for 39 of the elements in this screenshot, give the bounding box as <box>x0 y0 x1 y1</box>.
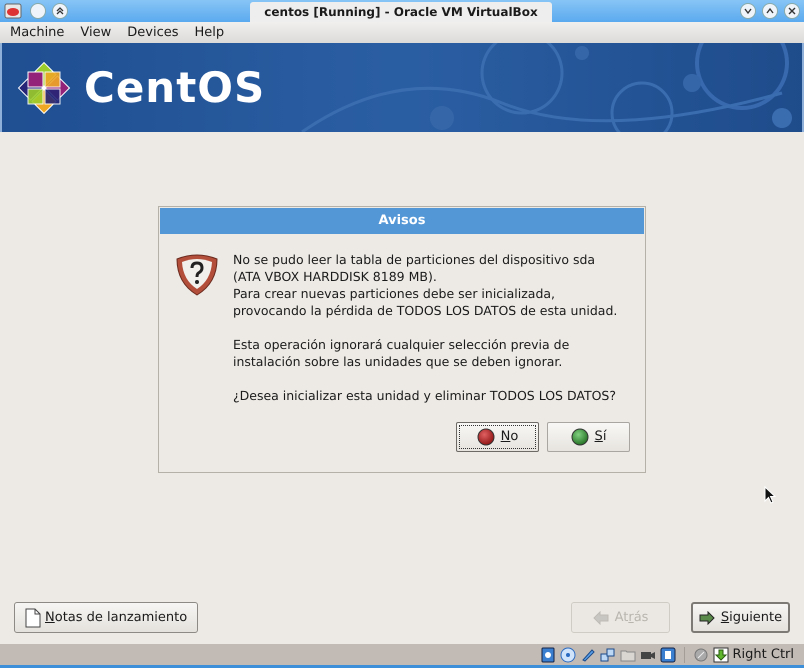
close-icon <box>788 7 796 15</box>
message-line: (ATA VBOX HARDDISK 8189 MB). <box>233 268 438 285</box>
double-chevron-up-icon <box>56 7 64 15</box>
yes-button[interactable]: Sí <box>547 422 630 452</box>
chevron-up-icon <box>766 7 774 15</box>
ball-icon <box>476 428 495 446</box>
ball-icon <box>570 428 589 446</box>
mouse-cursor-icon <box>764 486 776 504</box>
app-icon <box>4 2 22 20</box>
next-button[interactable]: Siguiente <box>691 602 790 633</box>
menu-item[interactable]: Machine <box>2 22 72 42</box>
left-arrow-icon <box>592 610 609 624</box>
menu-item[interactable]: Help <box>186 22 232 42</box>
no-button[interactable]: No <box>456 422 539 452</box>
logo-text: CentOS <box>84 62 266 114</box>
document-icon <box>25 608 41 628</box>
chevron-down-icon <box>744 7 752 15</box>
message-line: Esta operación ignorará cualquier selección previa de <box>233 336 570 353</box>
maximize-button[interactable] <box>762 3 778 19</box>
optical-disc-icon[interactable] <box>560 646 576 662</box>
menu-item[interactable]: Devices <box>119 22 187 42</box>
message-line: provocando la pérdida de TODOS LOS DATOS de esta unidad. <box>233 302 618 319</box>
message-line: No se pudo leer la tabla de particiones del dispositivo sda <box>233 251 596 268</box>
window-title: centos [Running] - Oracle VM VirtualBox <box>250 2 552 22</box>
host-key-label: Right Ctrl <box>732 646 794 664</box>
down-arrow-icon[interactable] <box>712 646 728 662</box>
message-line: instalación sobre las unidades que se deben ignorar. <box>233 353 564 370</box>
message-line: ¿Desea inicializar esta unidad y eliminar TODOS LOS DATOS? <box>233 387 617 404</box>
message-line: Para crear nuevas particiones debe ser inicializada, <box>233 285 556 302</box>
dialog-title: Avisos <box>160 208 644 234</box>
minimize-button[interactable] <box>740 3 756 19</box>
close-button[interactable] <box>784 3 800 19</box>
usb-icon[interactable] <box>580 646 596 662</box>
right-arrow-icon <box>698 610 715 624</box>
menu-item[interactable]: View <box>72 22 120 42</box>
release-notes-button[interactable]: Notas de lanzamiento <box>14 602 198 633</box>
network-icon[interactable] <box>600 646 616 662</box>
keep-above-button[interactable] <box>52 3 68 19</box>
virtualization-icon[interactable] <box>660 646 676 662</box>
